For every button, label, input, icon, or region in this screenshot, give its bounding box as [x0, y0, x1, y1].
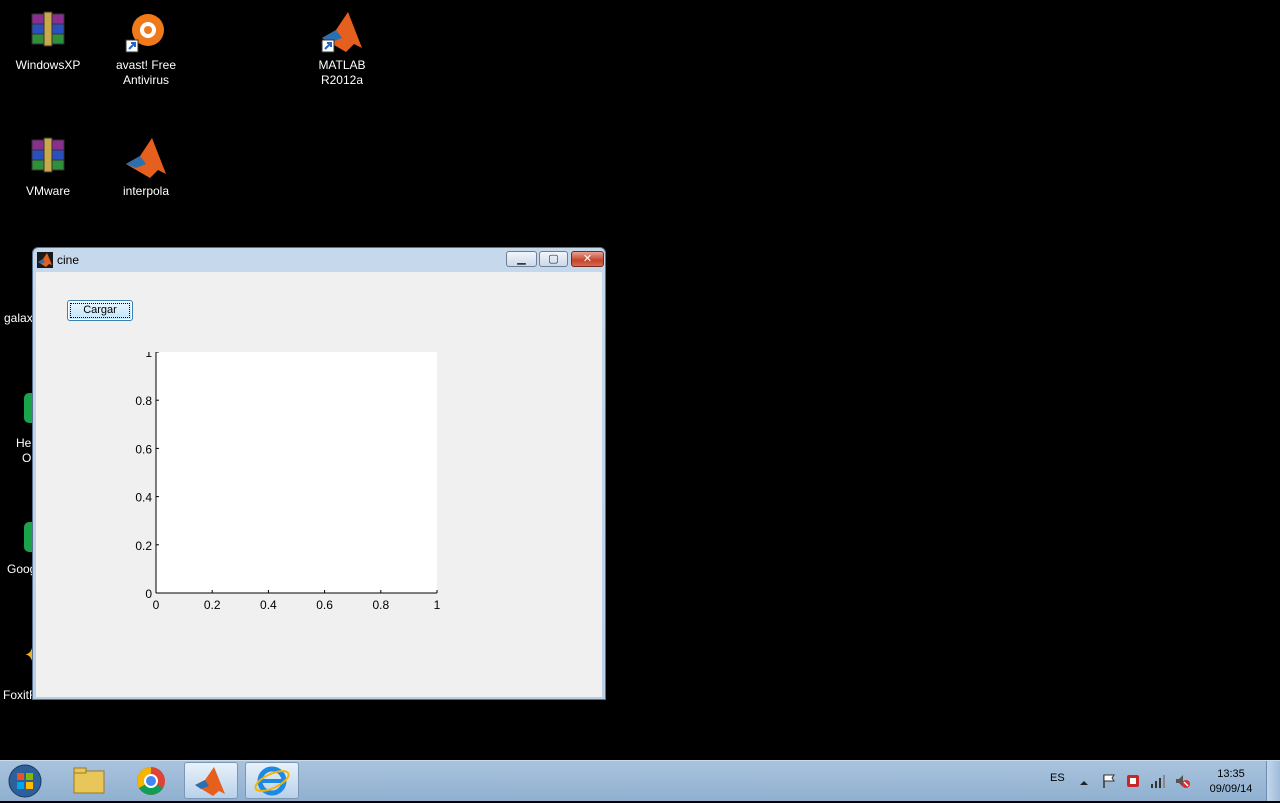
- close-button[interactable]: ✕: [571, 251, 604, 267]
- minimize-icon: ▁: [517, 252, 526, 265]
- y-tick-label: 0.6: [135, 442, 152, 456]
- matlab-icon: [195, 767, 225, 796]
- matlab-icon: [318, 8, 366, 56]
- close-icon: ✕: [582, 252, 593, 265]
- y-tick-label: 0.4: [135, 491, 152, 505]
- network-icon[interactable]: [1150, 773, 1166, 789]
- taskbar-explorer[interactable]: [62, 762, 116, 799]
- desktop-icon-label: avast! Free Antivirus: [115, 58, 177, 87]
- maximize-button[interactable]: ▢: [539, 251, 568, 267]
- x-tick-label: 0.8: [372, 598, 389, 612]
- matlab-file-icon: [122, 134, 170, 182]
- desktop-icon-avast[interactable]: avast! Free Antivirus: [101, 8, 191, 88]
- taskbar-internet-explorer[interactable]: [245, 762, 299, 799]
- y-tick-label: 0.8: [135, 394, 152, 408]
- desktop-icon-label: interpola: [122, 184, 170, 198]
- desktop-icon-matlab[interactable]: MATLAB R2012a: [297, 8, 387, 88]
- avast-icon: [122, 8, 170, 56]
- chevron-up-icon: [1080, 781, 1088, 785]
- desktop-icon-label: WindowsXP: [15, 58, 81, 72]
- desktop-icon-label-he[interactable]: He: [16, 436, 31, 451]
- y-tick-label: 1: [145, 352, 152, 360]
- clock-time: 13:35: [1217, 768, 1245, 780]
- taskbar: ES 13:35 09/09/14: [0, 760, 1280, 801]
- desktop-icon-label-galaxy[interactable]: galax: [4, 311, 33, 326]
- show-hidden-icons-button[interactable]: [1078, 774, 1090, 786]
- clock-date: 09/09/14: [1209, 783, 1253, 795]
- winrar-archive-icon: [24, 8, 72, 56]
- x-tick-label: 0.6: [316, 598, 333, 612]
- avast-tray-icon[interactable]: [1125, 773, 1141, 789]
- window-title: cine: [57, 253, 80, 267]
- taskbar-chrome[interactable]: [124, 762, 178, 799]
- language-indicator[interactable]: ES: [1050, 772, 1065, 784]
- axes-chart[interactable]: 0 0.2 0.4 0.6 0.8 1 0 0.2 0.4 0.6 0.8 1: [126, 352, 466, 642]
- desktop-icon-label: MATLAB R2012a: [318, 58, 366, 87]
- chrome-icon: [137, 767, 165, 795]
- figure-window[interactable]: cine ▁ ▢ ✕ Cargar 0 0.2 0.4 0.6 0.8 1 0 0.2 0.4 0…: [32, 247, 606, 700]
- action-center-icon[interactable]: [1101, 773, 1117, 789]
- system-clock[interactable]: 13:35 09/09/14: [1200, 767, 1262, 797]
- desktop-icon-windowsxp[interactable]: WindowsXP: [3, 8, 93, 73]
- desktop-icon-label: VMware: [25, 184, 70, 198]
- internet-explorer-icon: [254, 766, 290, 796]
- desktop-icon-vmware[interactable]: VMware: [3, 134, 93, 199]
- figure-client-area: Cargar 0 0.2 0.4 0.6 0.8 1 0 0.2 0.4 0.6 0.8 1: [36, 272, 602, 697]
- start-button[interactable]: [3, 763, 47, 799]
- x-tick-label: 0.2: [204, 598, 221, 612]
- focus-rectangle: [70, 303, 130, 318]
- show-desktop-button[interactable]: [1266, 761, 1280, 801]
- plot-area: [156, 352, 437, 593]
- minimize-button[interactable]: ▁: [506, 251, 537, 267]
- x-tick-label: 1: [434, 598, 441, 612]
- desktop-icon-label-o[interactable]: O: [22, 451, 31, 466]
- folder-icon: [73, 767, 105, 794]
- maximize-icon: ▢: [548, 252, 559, 265]
- x-tick-label: 0.4: [260, 598, 277, 612]
- matlab-icon: [37, 252, 53, 268]
- winrar-archive-icon: [24, 134, 72, 182]
- cargar-button[interactable]: Cargar: [67, 300, 133, 321]
- desktop-icon-interpola[interactable]: interpola: [101, 134, 191, 199]
- window-titlebar[interactable]: cine ▁ ▢ ✕: [33, 248, 605, 272]
- y-tick-label: 0: [145, 587, 152, 601]
- volume-muted-icon[interactable]: [1174, 773, 1190, 789]
- x-tick-label: 0: [153, 598, 160, 612]
- taskbar-matlab[interactable]: [184, 762, 238, 799]
- y-tick-label: 0.2: [135, 539, 152, 553]
